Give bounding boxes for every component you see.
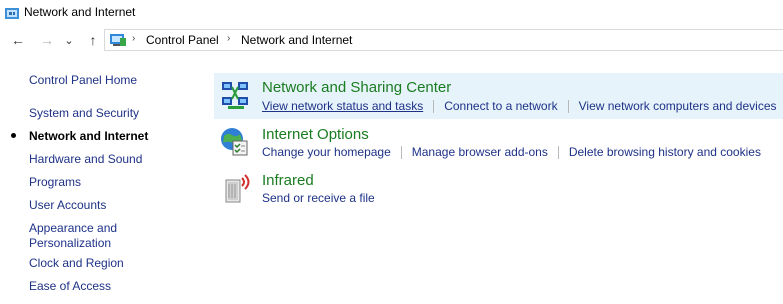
- sidebar-item-programs[interactable]: Programs: [29, 175, 81, 190]
- forward-button[interactable]: →: [37, 30, 57, 50]
- sidebar-item-control-panel-home[interactable]: Control Panel Home: [29, 73, 137, 88]
- link-manage-addons[interactable]: Manage browser add-ons: [412, 145, 548, 159]
- link-connect-to-network[interactable]: Connect to a network: [444, 99, 557, 113]
- title-bar: Network and Internet: [0, 0, 783, 26]
- chevron-down-icon: ⌄: [64, 34, 74, 47]
- window-title: Network and Internet: [24, 5, 136, 19]
- category-links: View network status and tasks Connect to…: [262, 99, 777, 113]
- chevron-right-icon: ›: [227, 33, 231, 44]
- category-title[interactable]: Internet Options: [262, 126, 369, 143]
- sidebar-item-network-and-internet: Network and Internet: [29, 129, 149, 143]
- back-button[interactable]: ←: [8, 30, 28, 50]
- category-title[interactable]: Infrared: [262, 172, 314, 189]
- link-send-receive-file[interactable]: Send or receive a file: [262, 191, 375, 205]
- navigation-bar: ← → ⌄ ↑ › Control Panel › Network and In…: [0, 28, 783, 52]
- control-panel-icon: [110, 34, 126, 46]
- network-folder-icon: [5, 8, 19, 19]
- forward-arrow-icon: →: [40, 32, 54, 48]
- sidebar-item-hardware-and-sound[interactable]: Hardware and Sound: [29, 152, 142, 167]
- sidebar-item-system-and-security[interactable]: System and Security: [29, 106, 139, 121]
- category-internet-options[interactable]: Internet Options Change your homepage Ma…: [214, 122, 783, 166]
- link-view-network-computers[interactable]: View network computers and devices: [579, 99, 777, 113]
- chevron-right-icon: ›: [132, 33, 136, 44]
- sidebar-item-clock-and-region[interactable]: Clock and Region: [29, 256, 124, 271]
- sidebar-item-user-accounts[interactable]: User Accounts: [29, 198, 139, 213]
- category-links: Change your homepage Manage browser add-…: [262, 145, 761, 159]
- link-view-network-status[interactable]: View network status and tasks: [262, 99, 423, 113]
- category-network-and-sharing-center[interactable]: Network and Sharing Center View network …: [214, 73, 783, 119]
- link-separator: [557, 145, 559, 159]
- recent-locations-button[interactable]: ⌄: [62, 30, 76, 50]
- up-button[interactable]: ↑: [83, 30, 103, 50]
- link-separator: [567, 99, 569, 113]
- internet-options-icon: [221, 128, 248, 156]
- sidebar-item-ease-of-access[interactable]: Ease of Access: [29, 279, 111, 294]
- link-change-homepage[interactable]: Change your homepage: [262, 145, 391, 159]
- infrared-icon: [225, 174, 250, 203]
- sidebar-item-appearance-and-personalization[interactable]: Appearance and Personalization: [29, 221, 129, 251]
- link-separator: [433, 99, 435, 113]
- up-arrow-icon: ↑: [89, 32, 97, 48]
- back-arrow-icon: ←: [11, 32, 25, 48]
- category-links: Send or receive a file: [262, 191, 375, 205]
- link-separator: [400, 145, 402, 159]
- current-item-bullet: [11, 133, 16, 138]
- address-bar[interactable]: › Control Panel › Network and Internet: [104, 29, 783, 51]
- category-title[interactable]: Network and Sharing Center: [262, 79, 451, 96]
- breadcrumb-control-panel[interactable]: Control Panel: [146, 33, 219, 47]
- category-infrared[interactable]: Infrared Send or receive a file: [214, 168, 783, 212]
- network-sharing-center-icon: [222, 82, 248, 109]
- breadcrumb-network-and-internet[interactable]: Network and Internet: [241, 33, 352, 47]
- link-delete-browsing-history[interactable]: Delete browsing history and cookies: [569, 145, 761, 159]
